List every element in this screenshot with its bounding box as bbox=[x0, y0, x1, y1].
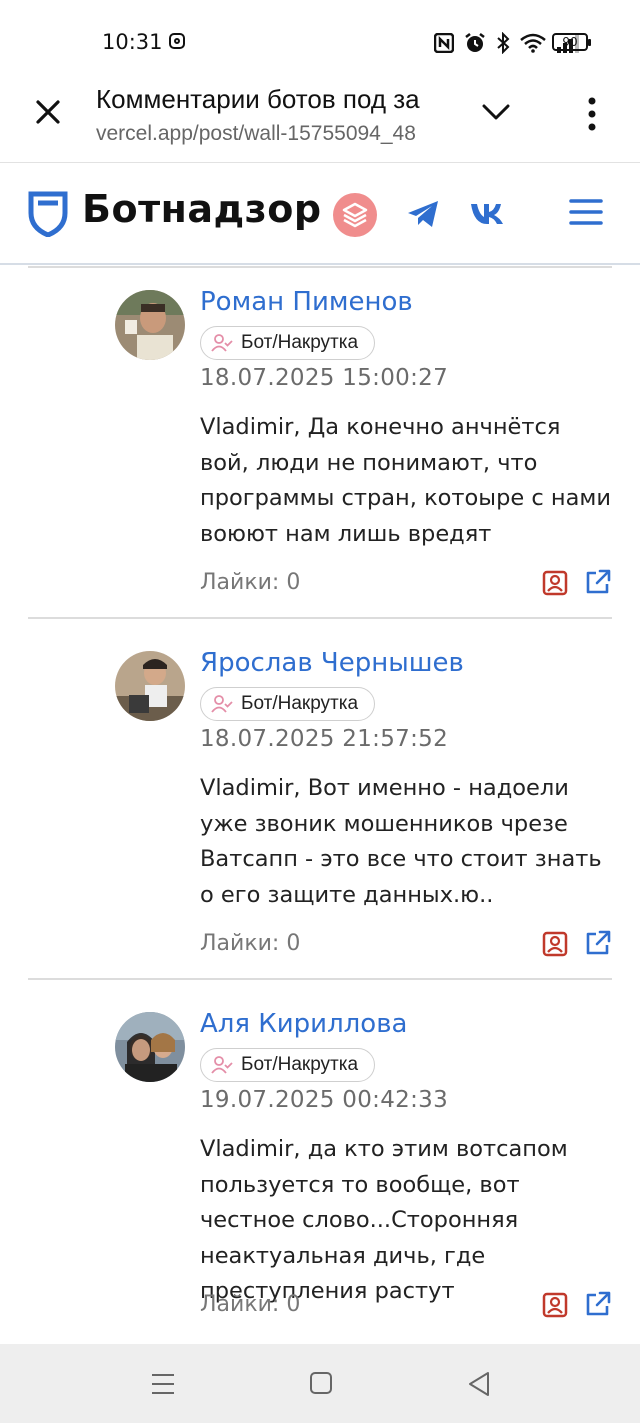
profile-card-icon[interactable] bbox=[542, 570, 568, 596]
close-icon[interactable] bbox=[30, 94, 66, 130]
comment-feed: Роман Пименов Бот/Накрутка 18.07.2025 15… bbox=[0, 265, 640, 1345]
comment-date: 18.07.2025 15:00:27 bbox=[200, 365, 448, 391]
likes-count: Лайки: 0 bbox=[200, 570, 301, 595]
vk-icon[interactable] bbox=[468, 197, 506, 229]
bot-badge: Бот/Накрутка bbox=[200, 326, 376, 360]
user-check-icon bbox=[211, 1056, 233, 1074]
system-nav-bar bbox=[0, 1344, 640, 1423]
site-logo-text[interactable]: Ботнадзор bbox=[82, 187, 322, 231]
avatar-image bbox=[115, 290, 185, 360]
comment-text: Vladimir, да кто этим вотсапом пользуетс… bbox=[200, 1136, 568, 1304]
status-time: 10:31 bbox=[102, 30, 163, 54]
badge-label: Бот/Накрутка bbox=[241, 693, 359, 714]
divider bbox=[28, 978, 612, 980]
alarm-icon bbox=[465, 33, 485, 52]
external-link-icon[interactable] bbox=[584, 1290, 612, 1318]
battery-icon: 90 bbox=[552, 33, 591, 51]
badge-label: Бот/Накрутка bbox=[241, 1054, 359, 1075]
page-url[interactable]: vercel.app/post/wall-15755094_48 bbox=[96, 122, 448, 146]
user-check-icon bbox=[211, 695, 233, 713]
telegram-icon[interactable] bbox=[406, 197, 440, 231]
back-icon[interactable] bbox=[466, 1370, 492, 1398]
comment-date: 19.07.2025 00:42:33 bbox=[200, 1087, 448, 1113]
bluetooth-icon bbox=[497, 32, 510, 54]
shield-logo-icon[interactable] bbox=[28, 191, 68, 237]
comment-author[interactable]: Аля Кириллова bbox=[200, 1009, 407, 1039]
comment-date: 18.07.2025 21:57:52 bbox=[200, 726, 448, 752]
comment-text: Vladimir, Вот именно - надоели уже звони… bbox=[200, 775, 602, 908]
page-title: Комментарии ботов под за bbox=[96, 84, 420, 114]
site-header: Ботнадзор bbox=[0, 163, 640, 265]
menu-icon[interactable] bbox=[569, 197, 603, 227]
nfc-icon bbox=[434, 33, 454, 53]
external-link-icon[interactable] bbox=[584, 929, 612, 957]
badge-label: Бот/Накрутка bbox=[241, 332, 359, 353]
divider bbox=[28, 266, 612, 268]
profile-card-icon[interactable] bbox=[542, 931, 568, 957]
divider bbox=[28, 617, 612, 619]
comment-author[interactable]: Роман Пименов bbox=[200, 287, 413, 317]
comment-author[interactable]: Ярослав Чернышев bbox=[200, 648, 464, 678]
wifi-icon bbox=[520, 33, 546, 53]
avatar[interactable] bbox=[115, 1012, 185, 1082]
browser-toolbar: Комментарии ботов под за vercel.app/post… bbox=[0, 84, 640, 163]
chevron-down-icon[interactable] bbox=[480, 100, 512, 124]
avatar[interactable] bbox=[115, 290, 185, 360]
avatar-image bbox=[115, 651, 185, 721]
instagram-icon bbox=[169, 33, 185, 49]
status-bar: 10:31 90 bbox=[0, 0, 640, 84]
avatar-image bbox=[115, 1012, 185, 1082]
layers-button[interactable] bbox=[333, 193, 377, 237]
avatar[interactable] bbox=[115, 651, 185, 721]
bot-badge: Бот/Накрутка bbox=[200, 687, 376, 721]
home-icon[interactable] bbox=[310, 1372, 332, 1394]
recent-apps-icon[interactable] bbox=[150, 1372, 176, 1396]
user-check-icon bbox=[211, 334, 233, 352]
profile-card-icon[interactable] bbox=[542, 1292, 568, 1318]
likes-count: Лайки: 0 bbox=[200, 931, 301, 956]
external-link-icon[interactable] bbox=[584, 568, 612, 596]
likes-count: Лайки: 0 bbox=[200, 1292, 301, 1317]
bot-badge: Бот/Накрутка bbox=[200, 1048, 376, 1082]
comment-text: Vladimir, Да конечно анчнётся вой, люди … bbox=[200, 414, 611, 547]
more-options-icon[interactable] bbox=[582, 96, 602, 132]
layers-icon bbox=[342, 202, 368, 228]
